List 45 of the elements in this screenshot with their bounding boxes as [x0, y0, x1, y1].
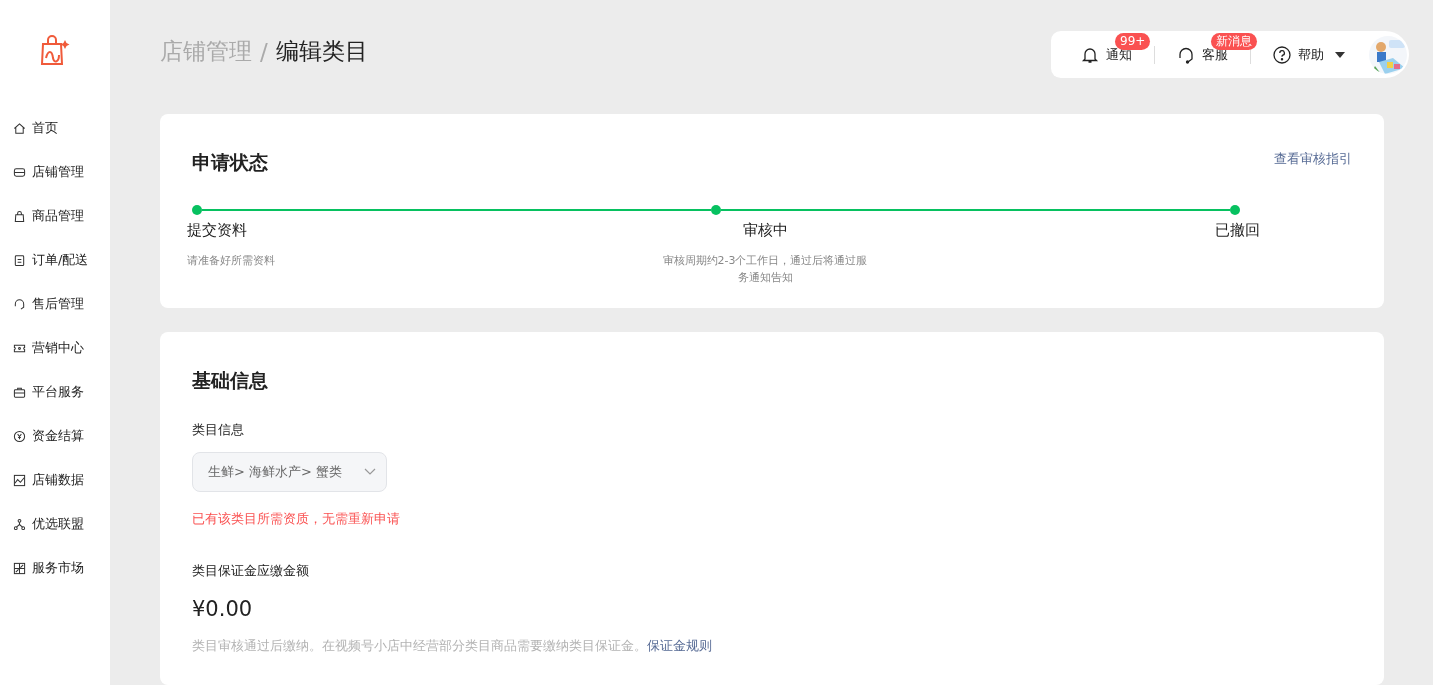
deposit-amount: ¥0.00: [192, 597, 254, 621]
field-label: 类目信息: [192, 421, 245, 439]
briefcase-icon: [13, 385, 26, 399]
sidebar-item[interactable]: 平台服务: [0, 370, 110, 414]
error-message: 已有该类目所需资质，无需重新申请: [192, 510, 401, 528]
sidebar-item[interactable]: 首页: [0, 106, 110, 150]
grid-icon: [13, 561, 26, 575]
bell-icon: [1081, 45, 1099, 64]
headset-icon: [13, 297, 26, 311]
sidebar-item[interactable]: 店铺管理: [0, 150, 110, 194]
notification-badge: 新消息: [1211, 32, 1257, 50]
help-icon: [1273, 45, 1291, 64]
page-title: 编辑类目: [275, 37, 368, 66]
drawer-icon: [13, 165, 26, 179]
toolbar-button[interactable]: 帮助: [1265, 45, 1353, 64]
sidebar-item[interactable]: 售后管理: [0, 282, 110, 326]
sidebar-item[interactable]: 营销中心: [0, 326, 110, 370]
chart-icon: [13, 473, 26, 487]
sidebar-item[interactable]: 店铺数据: [0, 458, 110, 502]
guide-link[interactable]: 查看审核指引: [1274, 150, 1352, 169]
chevron-down-icon: [364, 468, 376, 476]
step-description: 审核周期约2-3个工作日，通过后将通过服务通知告知: [661, 253, 869, 287]
category-select[interactable]: 生鲜> 海鲜水产> 蟹类: [192, 452, 387, 492]
section-title: 基础信息: [192, 368, 269, 393]
sidebar-item[interactable]: 优选联盟: [0, 502, 110, 546]
logo-icon: [38, 34, 72, 68]
house-icon: [13, 121, 26, 135]
step-title: 审核中: [742, 221, 788, 241]
bag-icon: [13, 209, 26, 223]
step-title: 已撤回: [1215, 221, 1260, 241]
rules-link[interactable]: 保证金规则: [647, 638, 712, 653]
field-label: 类目保证金应缴金额: [192, 562, 310, 580]
headset-icon: [1177, 45, 1195, 64]
sidebar-item[interactable]: 资金结算: [0, 414, 110, 458]
yen-icon: [13, 429, 26, 443]
step-description: 请准备好所需资料: [187, 253, 275, 270]
sidebar-item[interactable]: 商品管理: [0, 194, 110, 238]
sidebar-item[interactable]: 服务市场: [0, 546, 110, 590]
network-icon: [13, 517, 26, 531]
sidebar-item[interactable]: 订单/配送: [0, 238, 110, 282]
section-title: 申请状态: [192, 150, 268, 176]
step-title: 提交资料: [187, 221, 247, 241]
breadcrumb-separator: /: [260, 38, 268, 65]
clipboard-icon: [13, 253, 26, 267]
deposit-note: 类目审核通过后缴纳。在视频号小店中经营部分类目商品需要缴纳类目保证金。保证金规则: [192, 637, 713, 655]
